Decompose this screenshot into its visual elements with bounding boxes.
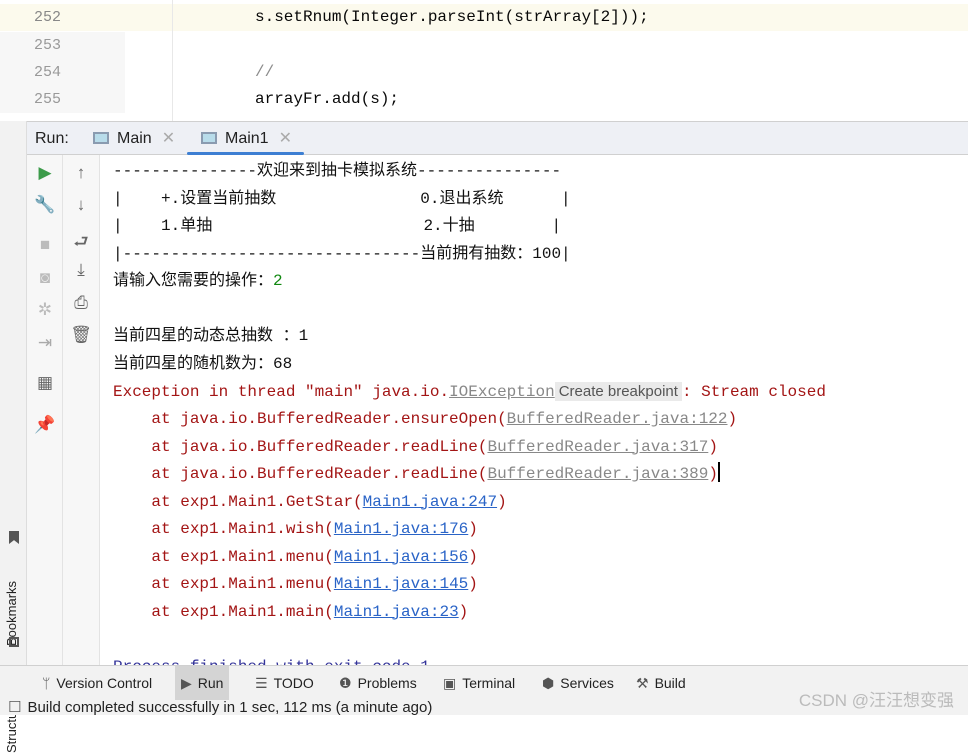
editor-line: 255 arrayFr.add(s);: [0, 86, 968, 113]
source-link[interactable]: BufferedReader.java:389: [487, 465, 708, 483]
run-icon: ▶: [181, 675, 192, 691]
stop-icon[interactable]: ■: [27, 235, 63, 255]
soft-wrap-icon[interactable]: ⮐: [63, 229, 99, 258]
layout-icon[interactable]: ▦: [27, 373, 63, 393]
console-line: | 1.单抽 2.十抽 |: [113, 217, 562, 235]
left-tool-strip: Bookmarks Structure: [0, 121, 27, 753]
close-icon[interactable]: ✕: [279, 130, 292, 147]
stack-trace-line: at exp1.Main1.wish(Main1.java:176): [113, 520, 478, 538]
source-link[interactable]: BufferedReader.java:122: [507, 410, 728, 428]
stack-trace-line: at exp1.Main1.menu(Main1.java:145): [113, 575, 478, 593]
console-line: 请输入您需要的操作：2: [113, 272, 283, 290]
pin-icon[interactable]: 📌: [27, 415, 63, 435]
warning-icon: ❶: [339, 675, 352, 691]
bookmark-icon: [9, 531, 19, 544]
exception-class-link[interactable]: IOException: [449, 383, 555, 401]
console-icon: [201, 132, 217, 144]
branch-icon: ᛘ: [42, 675, 51, 691]
console-line: ---------------欢迎来到抽卡模拟系统---------------: [113, 162, 562, 180]
structure-icon: [9, 637, 19, 647]
build-tab[interactable]: ⚒ Build: [630, 666, 692, 700]
line-number: 252: [0, 4, 125, 31]
trash-icon[interactable]: 🗑: [63, 325, 99, 345]
scroll-to-end-icon[interactable]: ⤓: [63, 260, 99, 280]
problems-tab[interactable]: ❶ Problems: [333, 666, 423, 700]
source-link[interactable]: BufferedReader.java:317: [487, 438, 708, 456]
tab-main1[interactable]: Main1 ✕: [187, 122, 304, 155]
status-text: Build completed successfully in 1 sec, 1…: [27, 699, 433, 716]
text-caret: [717, 462, 720, 482]
code-text[interactable]: arrayFr.add(s);: [255, 86, 399, 113]
arrow-down-icon[interactable]: ↓: [63, 195, 99, 215]
todo-tab[interactable]: ☰ TODO: [249, 666, 320, 700]
console-icon: [93, 132, 109, 144]
terminal-icon: ▣: [443, 675, 457, 691]
watermark: CSDN @汪汪想变强: [798, 691, 954, 710]
source-link[interactable]: Main1.java:23: [334, 603, 459, 621]
console-line: 当前四星的随机数为：68: [113, 355, 293, 373]
editor-line: 254 //: [0, 59, 968, 86]
indent-guide: [172, 0, 173, 121]
console-line: | +.设置当前抽数 0.退出系统 |: [113, 190, 571, 208]
stack-trace-line: at exp1.Main1.main(Main1.java:23): [113, 602, 469, 621]
tab-main[interactable]: Main ✕: [93, 122, 175, 155]
code-text[interactable]: //: [255, 59, 274, 86]
arrow-up-icon[interactable]: ↑: [63, 163, 99, 183]
run-tab-bar: Run: Main ✕ Main1 ✕: [27, 121, 968, 155]
wrench-icon[interactable]: 🔧: [27, 195, 63, 215]
line-number: 253: [0, 32, 125, 59]
run-tool-tab[interactable]: ▶ Run: [175, 666, 230, 700]
code-text[interactable]: s.setRnum(Integer.parseInt(strArray[2]))…: [255, 4, 649, 31]
line-number: 255: [0, 86, 125, 113]
status-icon: ☐: [8, 699, 22, 716]
editor-line: 253: [0, 32, 968, 59]
editor-line: 252 s.setRnum(Integer.parseInt(strArray[2…: [0, 4, 968, 31]
source-link[interactable]: Main1.java:156: [334, 548, 468, 566]
stack-trace-line: at java.io.BufferedReader.readLine(Buffe…: [113, 461, 720, 488]
stack-trace-line: at exp1.Main1.GetStar(Main1.java:247): [113, 492, 507, 511]
rerun-icon[interactable]: ▶: [27, 163, 63, 183]
line-number: 254: [0, 59, 125, 86]
hammer-icon: ⚒: [636, 675, 649, 691]
close-icon[interactable]: ✕: [162, 130, 175, 147]
exception-line: Exception in thread "main" java.io.IOExc…: [113, 382, 826, 401]
terminal-tab[interactable]: ▣ Terminal: [437, 666, 521, 700]
camera-icon[interactable]: ◙: [27, 268, 63, 288]
source-link[interactable]: Main1.java:247: [363, 493, 497, 511]
stack-trace-line: at java.io.BufferedReader.ensureOpen(Buf…: [113, 410, 738, 428]
console-output[interactable]: ---------------欢迎来到抽卡模拟系统---------------…: [100, 155, 968, 665]
console-line: |-------------------------------当前拥有抽数：1…: [113, 245, 571, 263]
list-icon: ☰: [255, 675, 268, 691]
source-link[interactable]: Main1.java:176: [334, 520, 468, 538]
services-tab[interactable]: ⬢ Services: [536, 666, 620, 700]
console-toolbar: ↑ ↓ ⮐ ⤓ ⎙ 🗑: [63, 155, 100, 665]
create-breakpoint-tooltip[interactable]: Create breakpoint: [554, 382, 682, 401]
source-link[interactable]: Main1.java:145: [334, 575, 468, 593]
stack-trace-line: at exp1.Main1.menu(Main1.java:156): [113, 547, 478, 566]
exit-line: Process finished with exit code 1: [113, 654, 430, 665]
console-line: 当前四星的动态总抽数 ：1: [113, 327, 309, 345]
services-icon: ⬢: [542, 675, 555, 691]
run-toolbar: ▶ 🔧 ■ ◙ ✲ ⇥ ▦ 📌: [27, 155, 63, 665]
run-label: Run:: [35, 130, 69, 147]
user-input: 2: [273, 272, 283, 290]
version-control-tab[interactable]: ᛘ Version Control: [36, 666, 158, 700]
debug-settings-icon[interactable]: ✲: [27, 300, 63, 320]
exit-icon[interactable]: ⇥: [27, 333, 63, 353]
code-editor[interactable]: 252 s.setRnum(Integer.parseInt(strArray[2…: [0, 0, 968, 121]
stack-trace-line: at java.io.BufferedReader.readLine(Buffe…: [113, 437, 718, 456]
print-icon[interactable]: ⎙: [63, 293, 99, 313]
